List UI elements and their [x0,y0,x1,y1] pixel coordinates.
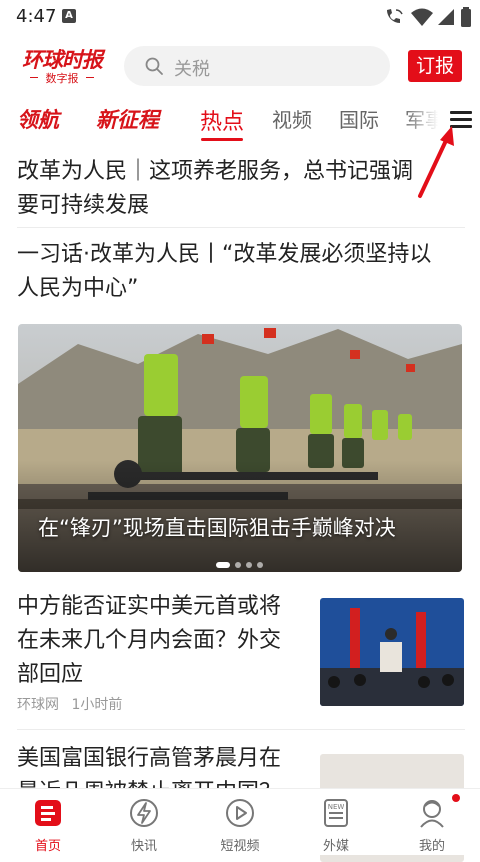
nav-home[interactable]: 首页 [0,793,96,854]
hero-caption: 在“锋刃”现场直击国际狙击手巅峰对决 [38,516,396,540]
news-item-3[interactable]: 中方能否证实中美元首或将 在未来几个月内会面？外交 部回应 [17,590,307,692]
news-item-title-line: 改革为人民｜这项养老服务，总书记强调 [17,159,414,184]
news-icon: NEW [324,799,348,827]
tab-lead[interactable]: 领航 [17,104,59,134]
bottom-navigation: 首页 快讯 短视频 NEW 外媒 我的 [0,788,480,855]
active-tab-indicator [201,138,243,141]
search-placeholder: 关税 [174,59,210,80]
svg-text:NEW: NEW [328,803,345,811]
news-thumbnail[interactable] [320,598,464,706]
carousel-dot [246,562,252,568]
wifi-calling-icon [387,9,403,23]
subscribe-button[interactable]: 订报 [408,50,462,82]
carousel-dot [257,562,263,568]
tab-international[interactable]: 国际 [339,104,379,133]
flash-icon [130,799,158,827]
carousel-indicator [216,553,268,572]
news-time: 1小时前 [71,697,123,713]
sim-indicator-icon: A [62,9,76,23]
nav-flash-label: 快讯 [130,839,157,854]
wifi-icon [411,8,433,26]
nav-foreign-media-label: 外媒 [322,839,349,854]
nav-foreign-media[interactable]: NEW 外媒 [288,793,384,854]
app-logo[interactable]: 环球时报 数字报 [16,44,108,88]
press-conference-image [320,598,464,706]
channel-tabs: 领航 新征程 热点 视频 国际 军事 [0,100,480,142]
battery-icon [461,7,471,27]
news-source: 环球网 [17,697,59,713]
logo-subtitle: 数字报 [30,70,94,86]
news-item-title-line: 在未来几个月内会面？外交 [17,628,282,653]
search-input[interactable]: 关税 [124,46,390,86]
news-item-2[interactable]: 一习话·改革为人民丨“改革发展必须坚持以 人民为中心” [17,238,465,306]
play-icon [226,799,254,827]
home-icon [35,800,61,826]
news-item-title-line: 中方能否证实中美元首或将 [17,594,282,619]
profile-icon [420,800,444,828]
news-item-title-line: 美国富国银行高管茅晨月在 [17,746,282,771]
cell-signal-icon [438,9,454,25]
divider [17,227,465,228]
news-item-title-line: 要可持续发展 [17,193,150,218]
news-item-meta: 环球网 1小时前 [17,694,122,714]
tab-video[interactable]: 视频 [272,104,312,133]
carousel-dot [216,562,230,568]
nav-short-video[interactable]: 短视频 [192,793,288,854]
nav-flash[interactable]: 快讯 [96,793,192,854]
nav-short-video-label: 短视频 [220,839,260,854]
news-item-title-line: 人民为中心” [17,276,139,301]
tab-hot[interactable]: 热点 [200,104,244,136]
status-time: 4:47 [16,6,57,27]
news-item-title-line: 一习话·改革为人民丨“改革发展必须坚持以 [17,242,432,267]
carousel-dot [235,562,241,568]
tab-new-journey[interactable]: 新征程 [96,104,159,134]
search-icon [145,57,163,75]
nav-home-label: 首页 [34,839,61,854]
divider [17,729,465,730]
nav-profile[interactable]: 我的 [384,793,480,854]
hero-carousel[interactable]: 在“锋刃”现场直击国际狙击手巅峰对决 [18,324,462,572]
news-item-1[interactable]: 改革为人民｜这项养老服务，总书记强调 要可持续发展 [17,155,465,223]
status-bar: 4:47 A [0,0,480,34]
notification-badge [452,794,460,802]
news-item-title-line: 部回应 [17,662,84,687]
nav-profile-label: 我的 [418,839,445,854]
